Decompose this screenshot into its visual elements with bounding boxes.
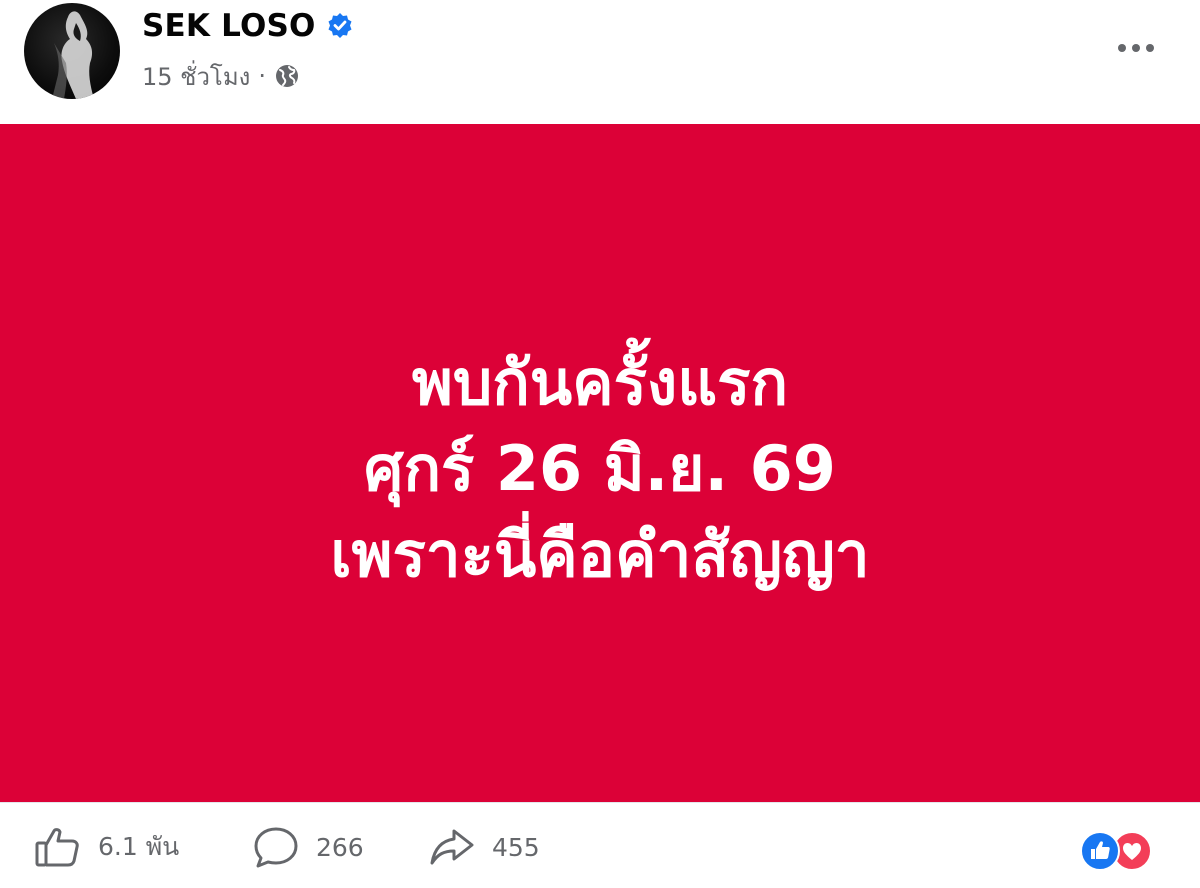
author-row: SEK LOSO — [142, 6, 354, 46]
facebook-post: SEK LOSO 15 ชั่วโมง · พบกันครั้งแรก ศุกร… — [0, 0, 1200, 888]
like-reaction-icon — [1080, 831, 1120, 871]
share-arrow-icon — [428, 825, 476, 869]
author-avatar[interactable] — [24, 3, 120, 99]
post-meta: 15 ชั่วโมง · — [142, 58, 300, 94]
author-name[interactable]: SEK LOSO — [142, 8, 316, 44]
comment-bubble-icon — [252, 825, 300, 869]
card-line-1: พบกันครั้งแรก — [412, 346, 788, 419]
comment-count: 266 — [316, 832, 364, 862]
thumbs-up-icon — [34, 825, 82, 869]
post-actions-bar: 6.1 พัน 266 455 — [0, 802, 1200, 888]
like-count: 6.1 พัน — [98, 832, 180, 861]
reaction-summary[interactable] — [1080, 831, 1170, 871]
meta-separator: · — [258, 62, 267, 90]
share-button[interactable]: 455 — [428, 825, 540, 869]
card-line-2: ศุกร์ 26 มิ.ย. 69 — [364, 432, 836, 505]
post-image-card[interactable]: พบกันครั้งแรก ศุกร์ 26 มิ.ย. 69 เพราะนี่… — [0, 124, 1200, 802]
post-header: SEK LOSO 15 ชั่วโมง · — [0, 0, 1200, 124]
like-button[interactable]: 6.1 พัน — [34, 825, 179, 869]
card-text: พบกันครั้งแรก ศุกร์ 26 มิ.ย. 69 เพราะนี่… — [0, 340, 1200, 598]
more-options-button[interactable] — [1108, 30, 1164, 66]
verified-badge-icon — [326, 12, 354, 40]
globe-icon[interactable] — [274, 63, 300, 89]
card-line-3: เพราะนี่คือคำสัญญา — [330, 518, 870, 591]
comment-button[interactable]: 266 — [252, 825, 364, 869]
post-timestamp[interactable]: 15 ชั่วโมง — [142, 57, 250, 96]
share-count: 455 — [492, 832, 540, 862]
more-options-icon — [1118, 44, 1154, 52]
